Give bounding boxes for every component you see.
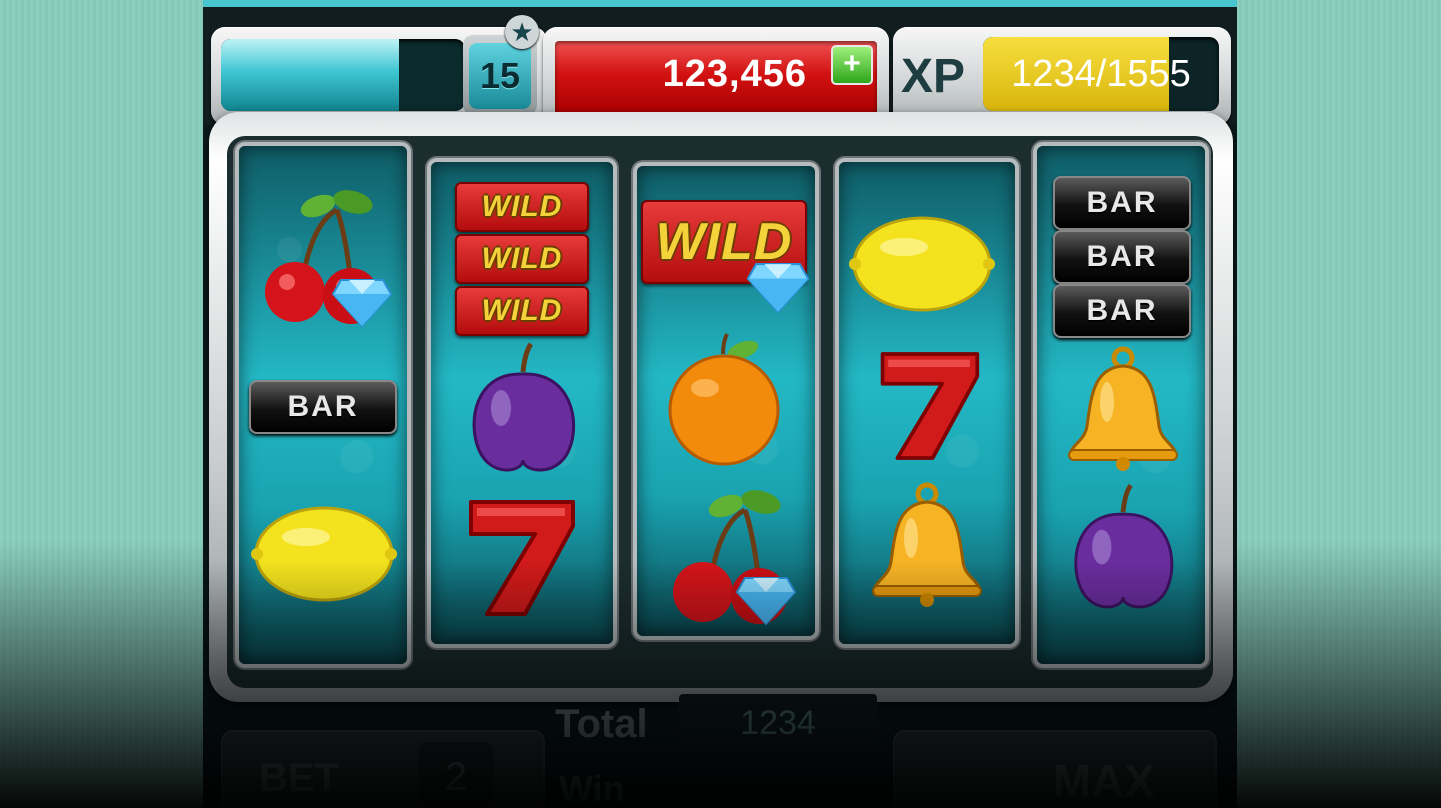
wild-symbol: WILD	[455, 234, 589, 284]
bar-symbol: BAR	[1053, 284, 1191, 338]
energy-meter	[221, 39, 465, 111]
slot-machine: 15 ★ 123,456 + XP 1234/1555 BAR WILD WIL…	[203, 0, 1237, 808]
energy-meter-fill	[221, 39, 400, 111]
xp-progress-text: 1234/1555	[1011, 53, 1191, 95]
coin-balance: 123,456	[662, 53, 807, 95]
total-value: 1234	[679, 694, 877, 750]
bell-icon	[872, 482, 982, 607]
reel-frame: BAR WILD WILD WILD WILD BAR BAR BAR	[209, 112, 1233, 702]
level-number: 15	[469, 43, 531, 109]
max-bet-label: MAX	[1052, 755, 1155, 807]
max-bet-button[interactable]: MAX	[893, 730, 1217, 808]
bell-icon	[1068, 346, 1178, 471]
bar-symbol: BAR	[1053, 176, 1191, 230]
lemon-icon	[849, 216, 995, 312]
xp-meter: 1234/1555	[983, 37, 1219, 111]
lemon-icon	[251, 506, 397, 602]
diamond-icon	[331, 279, 393, 328]
xp-panel: XP 1234/1555	[893, 27, 1231, 125]
reel-2: WILD WILD WILD	[431, 162, 613, 644]
wild-symbol: WILD	[455, 182, 589, 232]
star-icon: ★	[505, 15, 539, 49]
seven-icon	[469, 500, 575, 616]
orange-icon	[668, 333, 780, 466]
reel-4	[839, 162, 1015, 644]
bet-value: 2	[419, 742, 493, 808]
top-accent-line	[203, 0, 1237, 7]
total-label: Total	[555, 702, 648, 746]
bet-button[interactable]: BET	[259, 756, 339, 801]
coin-balance-bar: 123,456 +	[555, 41, 877, 115]
diamond-icon	[746, 263, 810, 314]
win-label: Win	[559, 768, 625, 808]
wild-symbol: WILD	[455, 286, 589, 336]
reel-1: BAR	[239, 146, 407, 664]
reel-3: WILD	[637, 166, 815, 636]
plum-icon	[1074, 483, 1174, 609]
energy-panel: 15 ★	[211, 15, 547, 125]
coin-panel: 123,456 +	[543, 27, 889, 125]
reel-5: BAR BAR BAR	[1037, 146, 1205, 664]
bar-symbol: BAR	[249, 380, 397, 434]
diamond-icon	[735, 577, 797, 626]
control-panel: BET 2 Total 1234 Win MAX	[203, 690, 1237, 808]
plum-icon	[472, 342, 576, 472]
seven-icon	[880, 352, 980, 460]
xp-label: XP	[901, 50, 966, 103]
bar-symbol: BAR	[1053, 230, 1191, 284]
bet-panel: BET 2	[221, 730, 545, 808]
hud-bar: 15 ★ 123,456 + XP 1234/1555	[203, 7, 1237, 125]
add-coins-button[interactable]: +	[831, 45, 873, 85]
